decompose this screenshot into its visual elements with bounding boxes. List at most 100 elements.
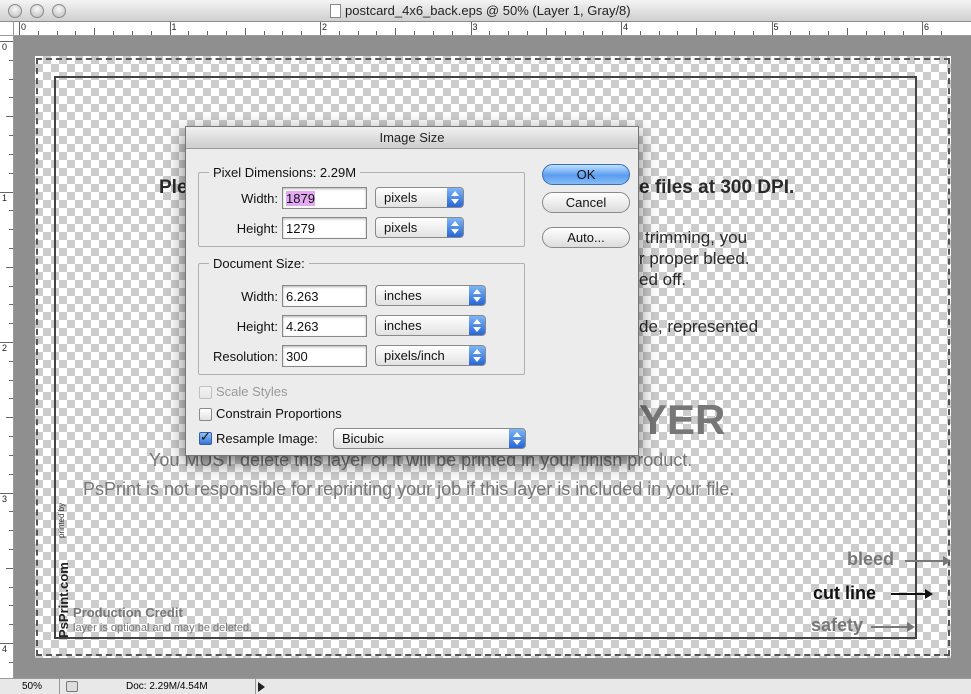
ruler-tick — [9, 548, 13, 550]
bleed-arrow-icon — [905, 556, 951, 566]
ok-button[interactable]: OK — [542, 164, 630, 185]
resolution-label: Resolution: — [212, 349, 278, 364]
window-title-bar: postcard_4x6_back.eps @ 50% (Layer 1, Gr… — [0, 0, 971, 22]
ruler-number: 6 — [924, 22, 930, 32]
ruler-number: 3 — [2, 493, 8, 504]
pixel-width-field[interactable]: 1879 — [282, 187, 367, 209]
layer-heading: YER — [639, 396, 726, 443]
doc-height-label: Height: — [236, 319, 278, 334]
ruler-tick — [9, 97, 13, 99]
ruler-tick — [9, 360, 13, 362]
select-arrows-icon — [447, 218, 463, 237]
vertical-ruler[interactable]: 0 1 2 3 4 — [0, 36, 14, 678]
ruler-tick — [376, 31, 378, 35]
pixel-height-unit-select[interactable]: pixels — [375, 217, 464, 238]
ruler-tick — [207, 31, 209, 35]
image-size-dialog: Image Size Pixel Dimensions: 2.29M Width… — [185, 126, 639, 456]
ruler-tick — [0, 191, 13, 193]
artwork-paragraph-line: trimming, you — [645, 228, 748, 247]
ruler-tick — [0, 41, 13, 42]
ruler-tick — [9, 247, 13, 249]
ruler-tick — [715, 31, 717, 35]
close-window-button[interactable] — [8, 4, 22, 18]
ruler-tick — [9, 398, 13, 400]
pixel-width-unit-select[interactable]: pixels — [375, 187, 464, 208]
ruler-tick — [169, 22, 171, 35]
artwork-heading-right: e files at 300 DPI. — [639, 177, 795, 198]
pixel-height-field[interactable]: 1279 — [282, 217, 367, 239]
ruler-tick — [301, 31, 303, 35]
select-arrows-icon — [509, 429, 525, 448]
document-icon — [330, 4, 341, 18]
ruler-tick — [865, 31, 867, 35]
window-title: postcard_4x6_back.eps @ 50% (Layer 1, Gr… — [345, 3, 631, 18]
ruler-tick — [9, 511, 13, 513]
ruler-tick — [903, 31, 905, 35]
ruler-tick — [188, 31, 190, 35]
production-credit-note: layer is optional and may be deleted. — [73, 622, 253, 634]
ruler-tick — [9, 379, 13, 381]
ruler-tick — [6, 266, 13, 268]
dialog-title: Image Size — [186, 127, 638, 149]
ruler-number: 5 — [773, 22, 779, 32]
ruler-tick — [56, 31, 58, 35]
resample-image-checkbox[interactable] — [199, 430, 212, 445]
doc-height-unit-select[interactable]: inches — [375, 315, 486, 336]
ruler-tick — [9, 285, 13, 287]
zoom-window-button[interactable] — [52, 4, 66, 18]
ruler-tick — [526, 31, 528, 35]
doc-height-field[interactable]: 4.263 — [282, 315, 367, 337]
resample-image-label: Resample Image: — [216, 431, 318, 446]
select-arrows-icon — [469, 316, 485, 335]
ruler-tick — [6, 417, 13, 419]
ruler-tick — [131, 31, 133, 35]
status-options-icon[interactable] — [66, 681, 78, 692]
ruler-tick — [884, 31, 886, 35]
ruler-tick — [658, 31, 660, 35]
production-credit-title: Production Credit — [73, 605, 183, 620]
ruler-origin[interactable] — [0, 22, 14, 36]
ruler-tick — [75, 31, 77, 35]
ruler-tick — [94, 28, 96, 35]
cancel-button[interactable]: Cancel — [542, 192, 630, 213]
ruler-tick — [414, 31, 416, 35]
minimize-window-button[interactable] — [30, 4, 44, 18]
horizontal-ruler[interactable]: 0 1 2 3 4 5 6 — [14, 22, 971, 36]
ruler-tick — [470, 22, 472, 35]
ruler-number: 2 — [2, 343, 8, 353]
ruler-tick — [113, 31, 115, 35]
doc-width-unit-select[interactable]: inches — [375, 285, 486, 306]
pixel-dimensions-label: Pixel Dimensions: 2.29M — [209, 165, 361, 180]
resolution-field[interactable]: 300 — [282, 345, 367, 367]
cut-line-arrow-icon — [891, 589, 933, 599]
status-menu-arrow-icon[interactable] — [258, 682, 265, 692]
auto-button[interactable]: Auto... — [542, 227, 630, 248]
artwork-paragraph-line: r proper bleed. — [639, 249, 750, 268]
ruler-tick — [9, 530, 13, 532]
ruler-tick — [9, 172, 13, 174]
ruler-tick — [357, 31, 359, 35]
ruler-number: 0 — [2, 42, 8, 52]
scale-styles-label: Scale Styles — [216, 384, 288, 399]
ruler-tick — [320, 22, 321, 35]
constrain-proportions-checkbox[interactable] — [199, 408, 212, 421]
scale-styles-checkbox[interactable] — [199, 386, 212, 399]
doc-width-field[interactable]: 6.263 — [282, 285, 367, 307]
pixel-width-label: Width: — [241, 191, 278, 206]
ruler-tick — [489, 31, 491, 35]
ruler-tick — [9, 454, 13, 456]
ruler-tick — [451, 31, 453, 35]
ruler-tick — [790, 31, 792, 35]
ruler-tick — [733, 31, 735, 35]
ruler-tick — [583, 31, 585, 35]
ruler-number: 4 — [623, 22, 629, 32]
resample-method-select[interactable]: Bicubic — [333, 428, 526, 449]
ruler-number: 3 — [472, 22, 478, 32]
ruler-tick — [150, 31, 152, 35]
zoom-level-field[interactable]: 50% — [0, 679, 60, 694]
ruler-tick — [19, 22, 20, 35]
ruler-tick — [639, 31, 641, 35]
ruler-tick — [225, 31, 227, 35]
ruler-tick — [940, 31, 942, 35]
resolution-unit-select[interactable]: pixels/inch — [375, 345, 486, 366]
